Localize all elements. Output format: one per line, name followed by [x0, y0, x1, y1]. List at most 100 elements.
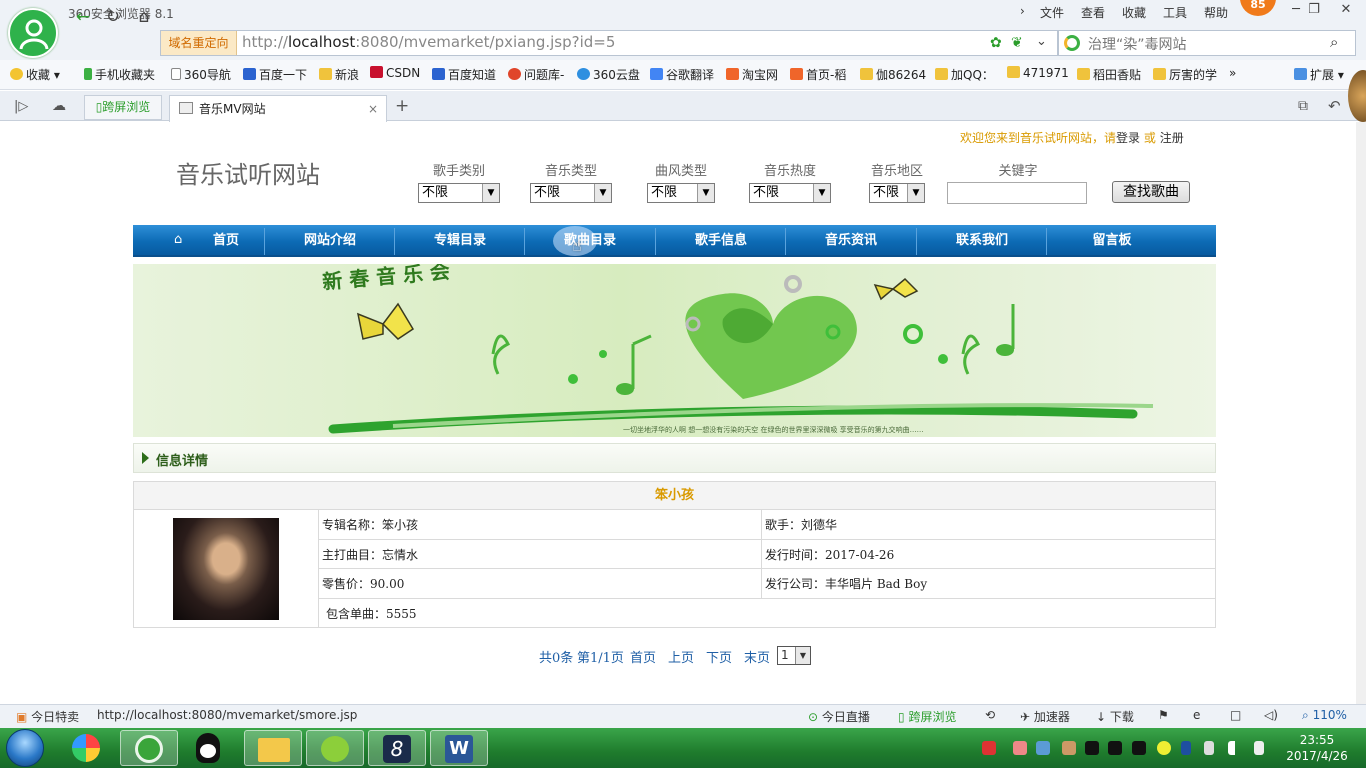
window-icon[interactable]: □ — [1230, 708, 1241, 722]
login-link[interactable]: 登录 — [1116, 131, 1140, 145]
taskbar-qq-icon[interactable] — [180, 730, 238, 766]
ie-icon[interactable]: e — [1193, 708, 1200, 722]
tab-split-browse[interactable]: ▯跨屏浏览 — [84, 95, 162, 120]
find-song-button[interactable]: 查找歌曲 — [1112, 181, 1190, 203]
nav-about[interactable]: 网站介绍 — [265, 225, 395, 257]
music-type-select[interactable]: 不限 ▼ — [530, 183, 612, 203]
daily-deals-button[interactable]: ▣ 今日特卖 — [16, 708, 79, 725]
close-tab-icon[interactable]: × — [368, 97, 378, 121]
bookmark-item[interactable]: CSDN — [370, 66, 420, 80]
refresh-button[interactable]: ↻ — [100, 5, 126, 29]
region-select[interactable]: 不限 ▼ — [869, 183, 925, 203]
undo-close-icon[interactable]: ↶ — [1328, 97, 1341, 115]
magnifier-icon[interactable]: ⌕ — [1330, 33, 1338, 51]
menu-favorites[interactable]: 收藏 — [1122, 4, 1146, 21]
bookmark-item[interactable]: 新浪 — [319, 66, 359, 83]
extensions-button[interactable]: 扩展 ▾ — [1294, 66, 1344, 83]
menu-view[interactable]: 查看 — [1081, 4, 1105, 21]
start-button[interactable] — [6, 729, 44, 767]
close-window-button[interactable]: ✕ — [1332, 2, 1360, 22]
home-button[interactable]: ⌂ — [131, 5, 157, 29]
taskbar-browser-360-icon[interactable] — [120, 730, 178, 766]
taskbar-app-green-icon[interactable] — [306, 730, 364, 766]
taskbar-app-colorful-icon[interactable] — [58, 730, 116, 766]
menu-help[interactable]: 帮助 — [1204, 4, 1228, 21]
speed-mode-icon[interactable]: ❦ — [1011, 35, 1023, 51]
menu-tools[interactable]: 工具 — [1163, 4, 1187, 21]
flag-icon[interactable]: ⚑ — [1158, 708, 1169, 722]
back-button[interactable]: ← — [70, 5, 96, 29]
accelerator-button[interactable]: ✈ 加速器 — [1020, 708, 1070, 725]
tray-app-icon[interactable] — [1036, 741, 1050, 755]
nav-home[interactable]: 首页 — [196, 225, 256, 257]
tray-add-icon[interactable] — [1157, 741, 1171, 755]
restore-button[interactable]: ❐ — [1300, 2, 1328, 22]
tray-app-icon[interactable] — [1013, 741, 1027, 755]
tray-qq-icon[interactable] — [1132, 741, 1146, 755]
chevron-down-icon[interactable]: ⌄ — [1036, 34, 1047, 49]
keyword-input[interactable] — [947, 182, 1087, 204]
singer-category-select[interactable]: 不限 ▼ — [418, 183, 500, 203]
bookmark-item[interactable]: 首页-稻 — [790, 66, 846, 83]
bookmark-item[interactable]: 伽86264 — [860, 66, 926, 83]
bookmark-item[interactable]: 360云盘 — [577, 66, 640, 83]
new-tab-button[interactable]: + — [395, 96, 409, 116]
bookmark-item[interactable]: 471971 — [1007, 66, 1069, 80]
style-select[interactable]: 不限 ▼ — [647, 183, 715, 203]
pager-prev-link[interactable]: 上页 — [668, 647, 694, 666]
bookmark-item[interactable]: 厉害的学 — [1153, 66, 1217, 83]
tab-active[interactable]: 音乐MV网站 × — [169, 95, 387, 122]
chevron-right-icon[interactable]: › — [1020, 4, 1025, 18]
url-text[interactable]: http://localhost:8080/mvemarket/pxiang.j… — [242, 33, 615, 51]
bookmark-item[interactable]: 淘宝网 — [726, 66, 778, 83]
search-engine-icon[interactable] — [1064, 35, 1080, 51]
tray-bluetooth-icon[interactable] — [1181, 741, 1191, 755]
bookmark-favorites[interactable]: 收藏 ▾ — [10, 66, 60, 83]
bookmark-item[interactable]: 百度一下 — [243, 66, 307, 83]
nav-singers[interactable]: 歌手信息 — [656, 225, 786, 257]
vertical-scrollbar[interactable] — [1356, 122, 1366, 704]
bookmark-item[interactable]: 百度知道 — [432, 66, 496, 83]
cloud-icon[interactable]: ☁ — [52, 98, 66, 114]
nav-albums[interactable]: 专辑目录 — [395, 225, 525, 257]
tray-device-icon[interactable] — [1204, 741, 1214, 755]
nav-guestbook[interactable]: 留言板 — [1047, 225, 1177, 257]
bookmark-item[interactable]: 稻田香贴 — [1077, 66, 1141, 83]
bookmark-item[interactable]: 加QQ： — [935, 66, 994, 83]
pager-next-link[interactable]: 下页 — [706, 647, 732, 666]
tray-qq-icon[interactable] — [1085, 741, 1099, 755]
split-browse-button[interactable]: ▯ 跨屏浏览 — [898, 708, 956, 725]
tray-app-icon[interactable] — [1062, 741, 1076, 755]
pager-first-link[interactable]: 首页 — [630, 647, 656, 666]
more-bookmarks-icon[interactable]: » — [1229, 66, 1236, 80]
bookmark-item[interactable]: 问题库- — [508, 66, 564, 83]
sidebar-toggle-icon[interactable]: |▷ — [14, 99, 28, 114]
bookmark-item[interactable]: 谷歌翻译 — [650, 66, 714, 83]
nav-songs[interactable]: 歌曲目录 — [525, 225, 655, 257]
tray-volume-icon[interactable] — [1254, 741, 1264, 755]
pager-last-link[interactable]: 末页 — [744, 647, 770, 666]
popularity-select[interactable]: 不限 ▼ — [749, 183, 831, 203]
nav-contact[interactable]: 联系我们 — [917, 225, 1047, 257]
volume-icon[interactable]: ◁) — [1264, 708, 1278, 722]
search-input[interactable]: 治理“染”毒网站 — [1088, 34, 1187, 54]
tray-network-icon[interactable] — [1228, 741, 1242, 755]
taskbar-app-8-icon[interactable]: 8 — [368, 730, 426, 766]
register-link[interactable]: 注册 — [1160, 131, 1184, 145]
tab-list-icon[interactable]: ⧉ — [1298, 98, 1308, 114]
page-select[interactable]: 1 ▼ — [777, 646, 811, 665]
tray-sogou-icon[interactable] — [982, 741, 996, 755]
zoom-level[interactable]: ⌕ 110% — [1302, 708, 1347, 723]
bookmark-item[interactable]: 360导航 — [171, 66, 231, 83]
security-shield-icon[interactable]: ✿ — [990, 35, 1002, 51]
tray-qq-icon[interactable] — [1108, 741, 1122, 755]
download-button[interactable]: ↓ 下载 — [1096, 708, 1134, 725]
taskbar-clock[interactable]: 23:55 2017/4/26 — [1284, 732, 1350, 764]
taskbar-explorer-icon[interactable] — [244, 730, 302, 766]
taskbar-word-icon[interactable]: W — [430, 730, 488, 766]
menu-file[interactable]: 文件 — [1040, 4, 1064, 21]
compat-mode-icon[interactable]: ⟲ — [985, 708, 995, 722]
nav-news[interactable]: 音乐资讯 — [786, 225, 916, 257]
redirect-tag[interactable]: 域名重定向 — [161, 31, 237, 55]
bookmark-item[interactable]: 手机收藏夹 — [84, 66, 155, 83]
